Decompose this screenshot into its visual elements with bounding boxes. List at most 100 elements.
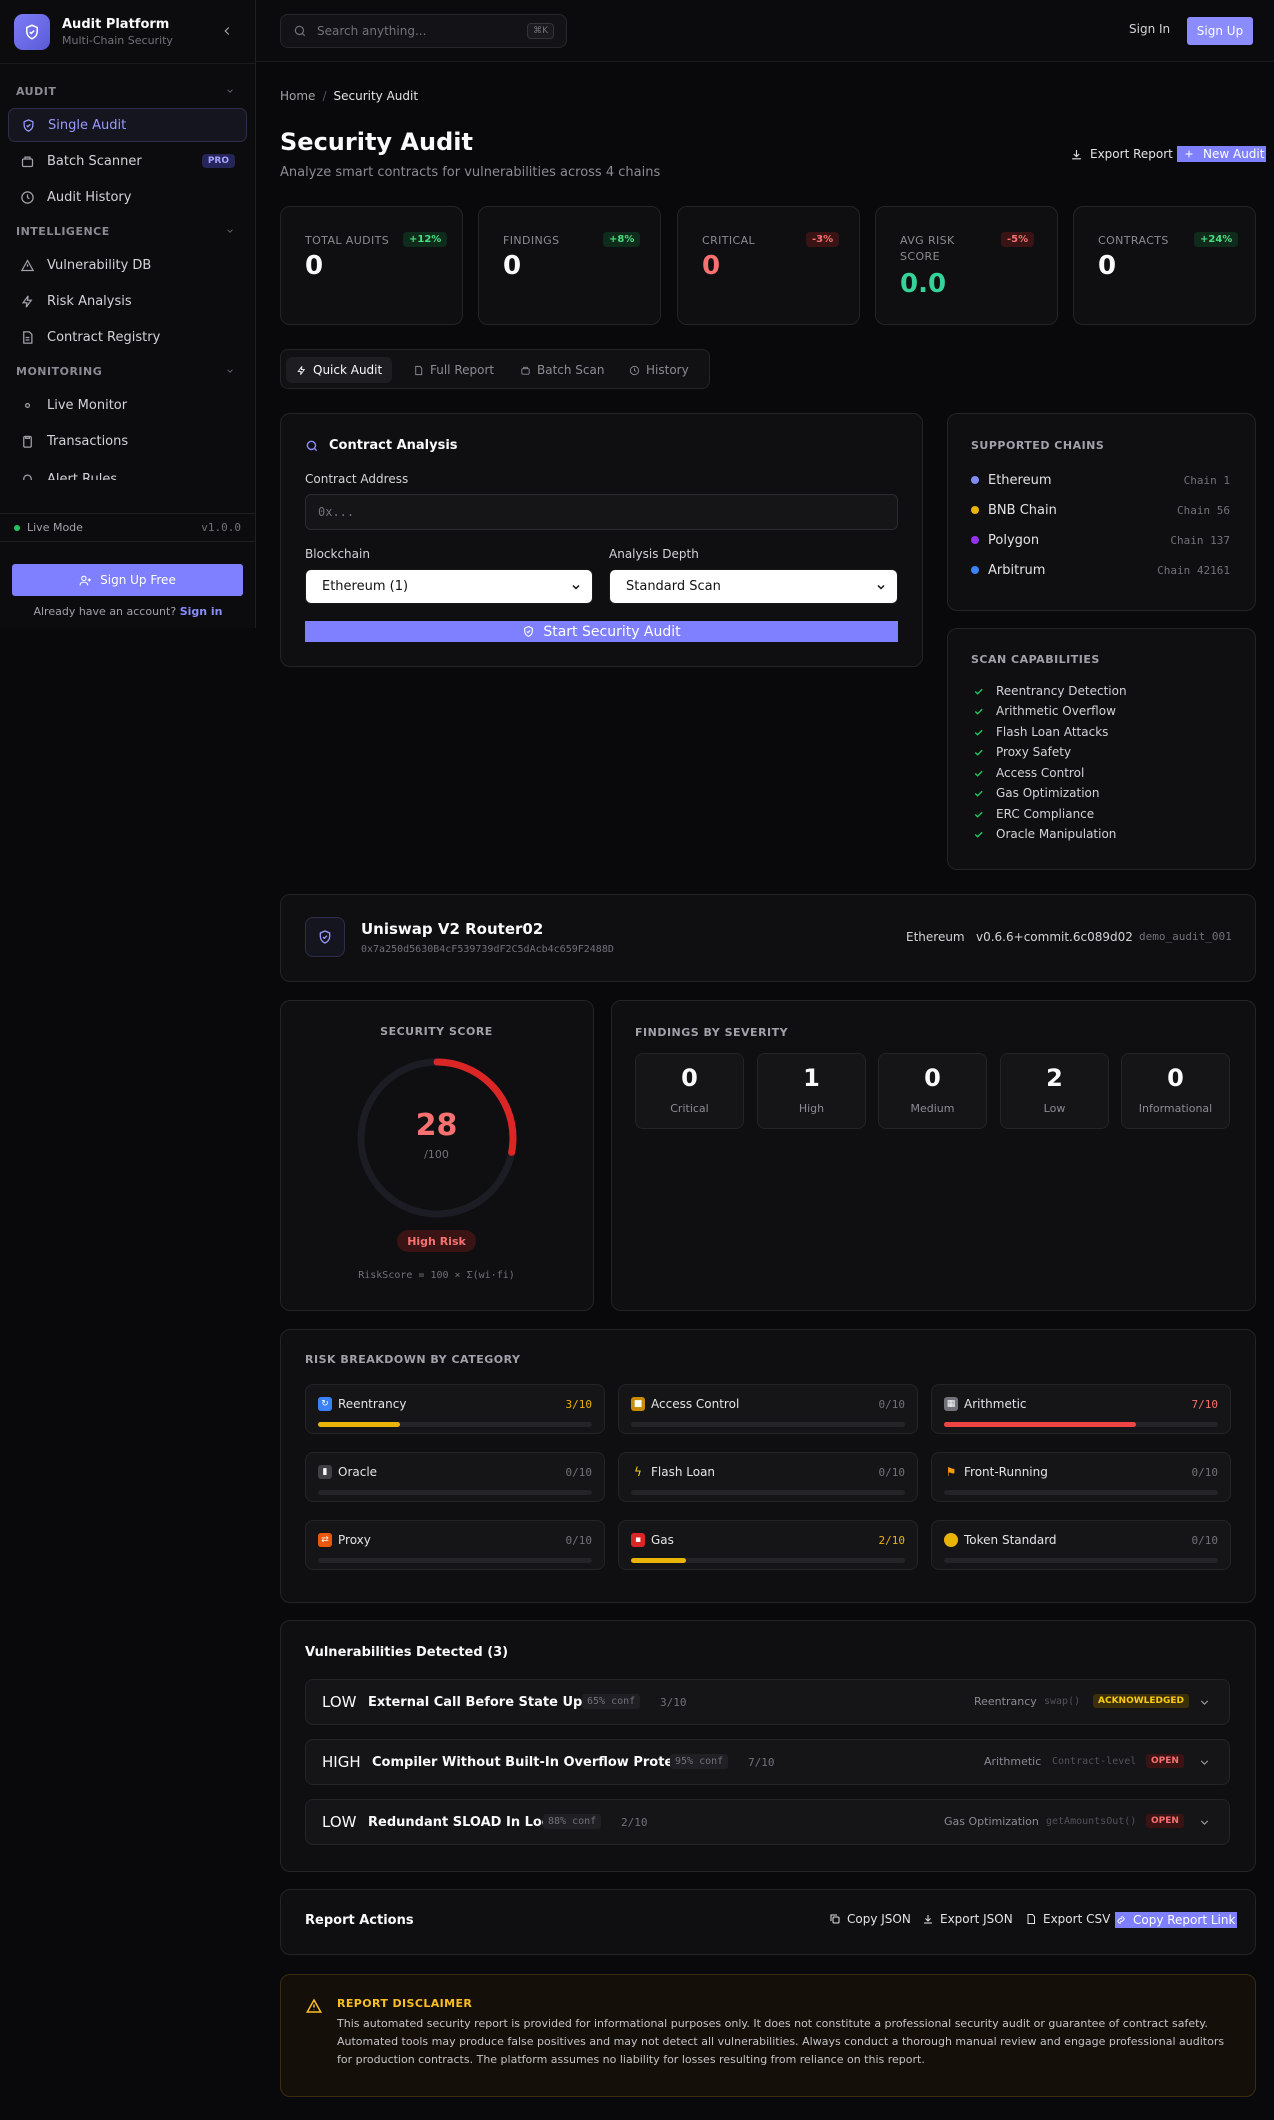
capability-label: ERC Compliance <box>996 807 1095 821</box>
vulnerability-score: 2/10 <box>621 1816 648 1829</box>
tab-full-report[interactable]: Full Report <box>403 357 504 383</box>
disclaimer-title: REPORT DISCLAIMER <box>337 1997 473 2010</box>
sidebar-item-label: Alert Rules <box>47 471 118 481</box>
chain-name: Arbitrum <box>988 562 1046 578</box>
risk-category-score: 0/10 <box>1191 1466 1219 1479</box>
capability-label: Reentrancy Detection <box>996 684 1127 698</box>
sidebar-item-live-monitor[interactable]: Live Monitor <box>8 388 247 422</box>
blockchain-select[interactable]: Ethereum (1) <box>305 569 593 604</box>
risk-category: ■ Access Control 0/10 <box>618 1384 918 1434</box>
breadcrumb-home[interactable]: Home <box>280 89 315 103</box>
tab-quick-audit[interactable]: Quick Audit <box>286 357 393 383</box>
document-icon <box>415 365 423 375</box>
page-subtitle: Analyze smart contracts for vulnerabilit… <box>280 165 661 180</box>
new-audit-button[interactable]: New Audit <box>1177 146 1267 162</box>
search-input[interactable]: Search anything... ⌘K <box>280 14 567 48</box>
vulnerability-title: External Call Before State Update <box>368 1695 616 1710</box>
sidebar-item-contract-registry[interactable]: Contract Registry <box>8 320 247 354</box>
download-icon <box>924 1915 932 1924</box>
capability-item: Reentrancy Detection <box>973 683 1127 699</box>
collapse-sidebar-button[interactable] <box>220 24 234 38</box>
sign-up-button[interactable]: Sign Up <box>1187 17 1253 45</box>
layers-icon <box>521 366 530 375</box>
sidebar-section-monitoring[interactable]: MONITORING <box>0 356 255 386</box>
stat-badge: +8% <box>603 232 641 247</box>
start-security-audit-button[interactable]: Start Security Audit <box>305 621 898 642</box>
copy-report-link-button[interactable]: Copy Report Link <box>1115 1912 1238 1928</box>
sidebar-item-vulnerability-db[interactable]: Vulnerability DB <box>8 248 247 282</box>
export-csv-button[interactable]: Export CSV <box>1025 1912 1110 1926</box>
sidebar-item-transactions[interactable]: Transactions <box>8 424 247 458</box>
vulnerability-row[interactable]: LOW External Call Before State Update 65… <box>305 1679 1230 1725</box>
sidebar-item-risk-analysis[interactable]: Risk Analysis <box>8 284 247 318</box>
tab-history[interactable]: History <box>619 357 699 383</box>
scan-capabilities-title: SCAN CAPABILITIES <box>971 653 1100 666</box>
sign-up-free-button[interactable]: Sign Up Free <box>12 564 243 596</box>
risk-category-name: Front-Running <box>964 1465 1048 1479</box>
severity-label: Low <box>1043 1102 1066 1115</box>
capability-label: Arithmetic Overflow <box>996 704 1116 718</box>
risk-category-name: Oracle <box>338 1465 378 1479</box>
sidebar-section-title: MONITORING <box>16 364 103 378</box>
contract-chain: Ethereum <box>906 930 965 944</box>
capability-label: Oracle Manipulation <box>996 827 1117 841</box>
sidebar-item-alert-rules[interactable]: Alert Rules <box>8 462 247 480</box>
analysis-depth-select[interactable]: Standard Scan <box>609 569 898 604</box>
capability-item: Flash Loan Attacks <box>973 724 1108 740</box>
sidebar-section-audit[interactable]: AUDIT <box>0 76 255 106</box>
sidebar-item-single-audit[interactable]: Single Audit <box>8 108 247 142</box>
search-icon <box>294 25 306 37</box>
vulnerability-row[interactable]: LOW Redundant SLOAD In Loop 88% conf 2/1… <box>305 1799 1230 1845</box>
severity-medium: 0 Medium <box>878 1053 987 1129</box>
security-score-value: 28 <box>415 1108 458 1143</box>
sidebar-item-batch-scanner[interactable]: Batch Scanner PRO <box>8 144 247 178</box>
risk-category-name: Proxy <box>338 1533 371 1547</box>
risk-category-score: 0/10 <box>1191 1534 1219 1547</box>
sidebar-item-label: Live Monitor <box>47 397 128 413</box>
status-badge: OPEN <box>1146 1814 1184 1828</box>
download-icon <box>1072 149 1081 159</box>
severity-count: 0 <box>681 1064 698 1092</box>
check-icon <box>974 708 983 715</box>
contract-address-input[interactable]: 0x... <box>305 494 898 530</box>
stat-value: 0 <box>305 251 324 281</box>
risk-bar-track <box>944 1490 1218 1495</box>
chevron-down-icon <box>572 584 580 590</box>
sidebar-item-audit-history[interactable]: Audit History <box>8 180 247 214</box>
capability-label: Access Control <box>996 766 1085 780</box>
export-report-button[interactable]: Export Report <box>1070 147 1173 161</box>
risk-category-name: Access Control <box>651 1397 740 1411</box>
fuel-icon: ▪ <box>631 1533 645 1547</box>
clock-icon <box>629 365 640 375</box>
risk-bar-track <box>944 1558 1218 1563</box>
calculator-icon: ▦ <box>944 1397 958 1411</box>
severity-label: Informational <box>1138 1102 1213 1115</box>
sign-up-free-label: Sign Up Free <box>100 573 176 587</box>
chart-icon: ▮ <box>318 1465 332 1479</box>
risk-category-score: 7/10 <box>1191 1398 1219 1411</box>
blockchain-value: Ethereum (1) <box>322 579 409 594</box>
vulnerability-function: getAmountsOut() <box>1046 1816 1137 1827</box>
sign-in-button[interactable]: Sign In <box>1129 22 1170 36</box>
vulnerability-row[interactable]: HIGH Compiler Without Built-In Overflow … <box>305 1739 1230 1785</box>
stat-label: FINDINGS <box>503 234 560 247</box>
sidebar-item-label: Risk Analysis <box>47 293 132 309</box>
stat-value: 0 <box>503 251 522 281</box>
risk-category: ⇄ Proxy 0/10 <box>305 1520 605 1570</box>
export-json-button[interactable]: Export JSON <box>922 1912 1013 1926</box>
start-audit-label: Start Security Audit <box>543 623 681 640</box>
panel-title: Contract Analysis <box>329 438 458 453</box>
shortcut-badge: ⌘K <box>527 23 554 39</box>
sidebar-section-intelligence[interactable]: INTELLIGENCE <box>0 216 255 246</box>
risk-level-badge: High Risk <box>397 1230 476 1252</box>
warning-icon <box>305 1998 323 2013</box>
address-label: Contract Address <box>305 472 409 486</box>
vulnerability-category: Gas Optimization <box>944 1815 1039 1828</box>
risk-bar-track <box>318 1558 592 1563</box>
copy-json-button[interactable]: Copy JSON <box>829 1912 911 1926</box>
tab-label: Quick Audit <box>313 363 383 377</box>
chain-dot-icon <box>971 566 979 574</box>
stat-card-contracts: CONTRACTS +24% 0 <box>1073 206 1256 325</box>
tab-batch-scan[interactable]: Batch Scan <box>510 357 614 383</box>
sign-in-link[interactable]: Sign in <box>180 605 223 618</box>
